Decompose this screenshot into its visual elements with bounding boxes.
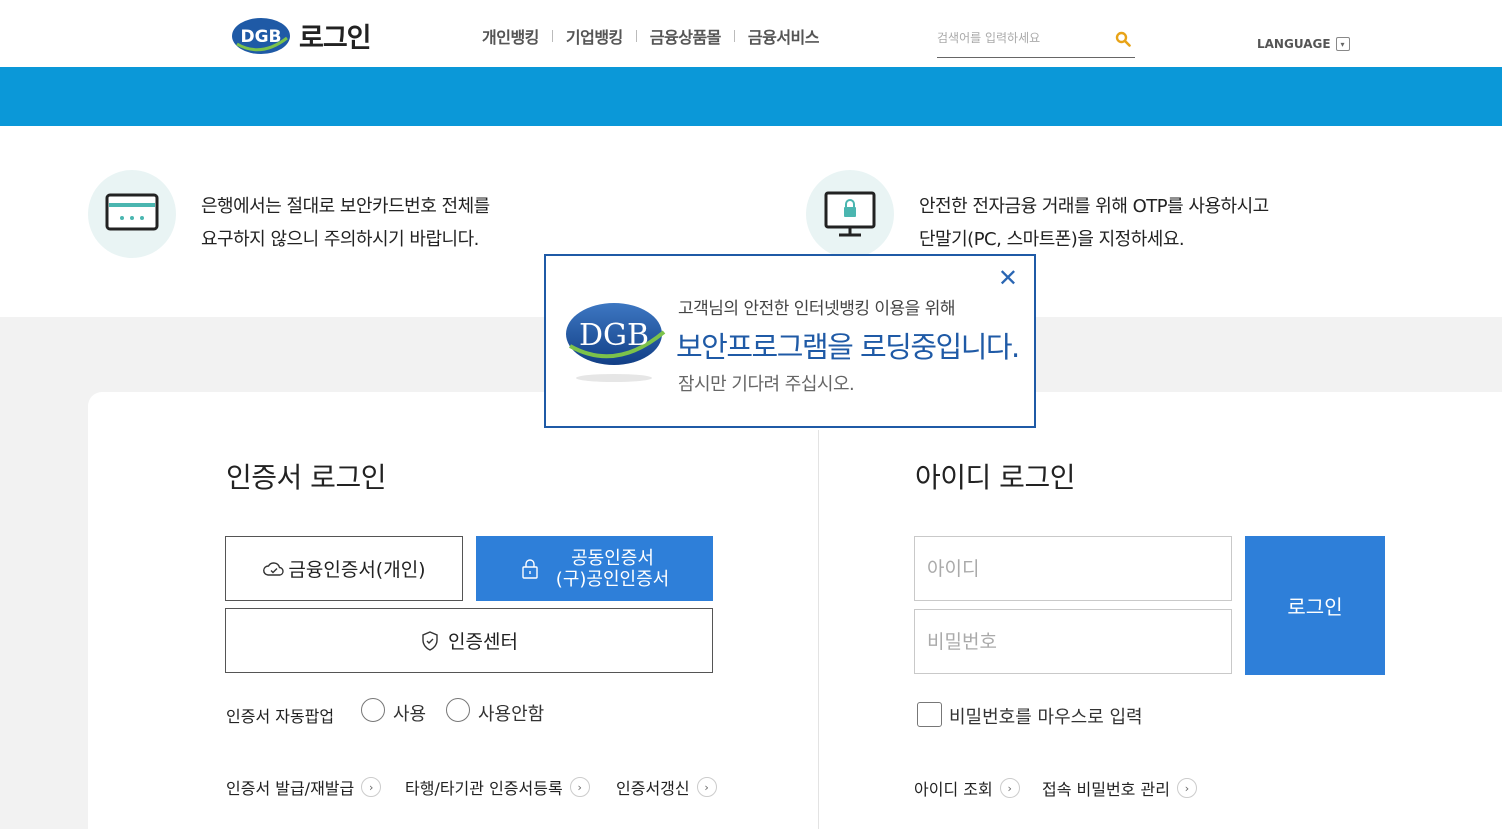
auto-popup-off-radio[interactable] <box>446 698 470 722</box>
id-field <box>914 536 1232 601</box>
nav-financial-products[interactable]: 금융상품몰 <box>650 24 722 48</box>
dgb-logo[interactable]: DGB <box>231 16 291 56</box>
svg-text:DGB: DGB <box>240 27 281 47</box>
chevron-right-icon: › <box>361 777 382 797</box>
mouse-input-label[interactable]: 비밀번호를 마우스로 입력 <box>949 703 1143 729</box>
notice-icon-circle <box>88 170 176 258</box>
cert-register-link[interactable]: 타행/타기관 인증서등록 › <box>405 775 590 799</box>
svg-text:DGB: DGB <box>579 318 649 353</box>
search-box <box>937 24 1135 58</box>
financial-cert-label: 금융인증서(개인) <box>288 559 426 581</box>
site-header: DGB 로그인 개인뱅킹 기업뱅킹 금융상품몰 금융서비스 LANGUAGE ▾ <box>0 0 1502 67</box>
language-label: LANGUAGE <box>1257 37 1331 51</box>
search-input[interactable] <box>937 24 1097 52</box>
login-button[interactable]: 로그인 <box>1245 536 1385 675</box>
language-selector[interactable]: LANGUAGE ▾ <box>1257 37 1350 51</box>
chevron-down-icon: ▾ <box>1335 37 1350 51</box>
notice-otp: 안전한 전자금융 거래를 위해 OTP를 사용하시고 단말기(PC, 스마트폰)… <box>919 196 1269 250</box>
nav-corporate-banking[interactable]: 기업뱅킹 <box>566 24 623 48</box>
auto-popup-label: 인증서 자동팝업 <box>226 707 335 726</box>
section-divider <box>818 430 819 829</box>
find-id-link[interactable]: 아이디 조회 › <box>914 776 1020 800</box>
security-loading-popup: ✕ DGB 고객님의 안전한 인터넷뱅킹 이용을 위해 보안프로그램을 로딩중입… <box>544 254 1036 428</box>
chevron-right-icon: › <box>999 778 1020 798</box>
popup-message-line1: 고객님의 안전한 인터넷뱅킹 이용을 위해 <box>678 299 956 319</box>
joint-cert-label: 공동인증서 (구)공인인증서 <box>555 547 670 590</box>
dgb-logo: DGB <box>566 303 666 382</box>
nav-divider <box>733 30 735 42</box>
search-icon[interactable] <box>1115 31 1131 47</box>
shield-check-icon <box>422 630 438 651</box>
auto-popup-off-label[interactable]: 사용안함 <box>478 700 544 726</box>
nav-divider <box>635 30 637 42</box>
login-button-label: 로그인 <box>1287 595 1343 619</box>
password-manage-link[interactable]: 접속 비밀번호 관리 › <box>1042 776 1197 800</box>
id-input[interactable] <box>915 537 1231 600</box>
mouse-input-checkbox[interactable] <box>917 702 942 727</box>
notice-security-card: 은행에서는 절대로 보안카드번호 전체를 요구하지 않으니 주의하시기 바랍니다… <box>201 196 490 250</box>
nav-personal-banking[interactable]: 개인뱅킹 <box>482 24 539 48</box>
auto-popup-use-label[interactable]: 사용 <box>393 700 426 726</box>
cert-login-title: 인증서 로그인 <box>226 461 386 494</box>
chevron-right-icon: › <box>696 777 717 797</box>
cloud-check-icon <box>263 561 285 576</box>
auto-popup-use-radio[interactable] <box>361 698 385 722</box>
id-login-title: 아이디 로그인 <box>915 461 1075 494</box>
chevron-right-icon: › <box>569 777 590 797</box>
cert-renew-link[interactable]: 인증서갱신 › <box>616 775 717 799</box>
header-banner <box>0 67 1502 126</box>
main-nav: 개인뱅킹 기업뱅킹 금융상품몰 금융서비스 <box>482 24 820 48</box>
security-card-icon <box>105 193 159 231</box>
joint-cert-button[interactable]: 공동인증서 (구)공인인증서 <box>476 536 713 601</box>
cert-center-button[interactable]: 인증센터 <box>225 608 713 673</box>
popup-message-line3: 잠시만 기다려 주십시오. <box>678 374 855 395</box>
nav-divider <box>551 30 553 42</box>
notice-icon-circle <box>806 170 894 258</box>
nav-financial-services[interactable]: 금융서비스 <box>748 24 820 48</box>
cert-center-label: 인증센터 <box>448 631 518 653</box>
cert-issue-link[interactable]: 인증서 발급/재발급 › <box>226 775 382 799</box>
popup-message-line2: 보안프로그램을 로딩중입니다. <box>676 330 1020 364</box>
password-input[interactable] <box>915 610 1231 673</box>
close-icon[interactable]: ✕ <box>998 266 1018 290</box>
page-title: 로그인 <box>299 23 372 54</box>
chevron-right-icon: › <box>1176 778 1197 798</box>
financial-cert-button[interactable]: 금융인증서(개인) <box>225 536 463 601</box>
lock-icon <box>522 558 538 579</box>
password-field <box>914 609 1232 674</box>
monitor-lock-icon <box>824 191 876 237</box>
